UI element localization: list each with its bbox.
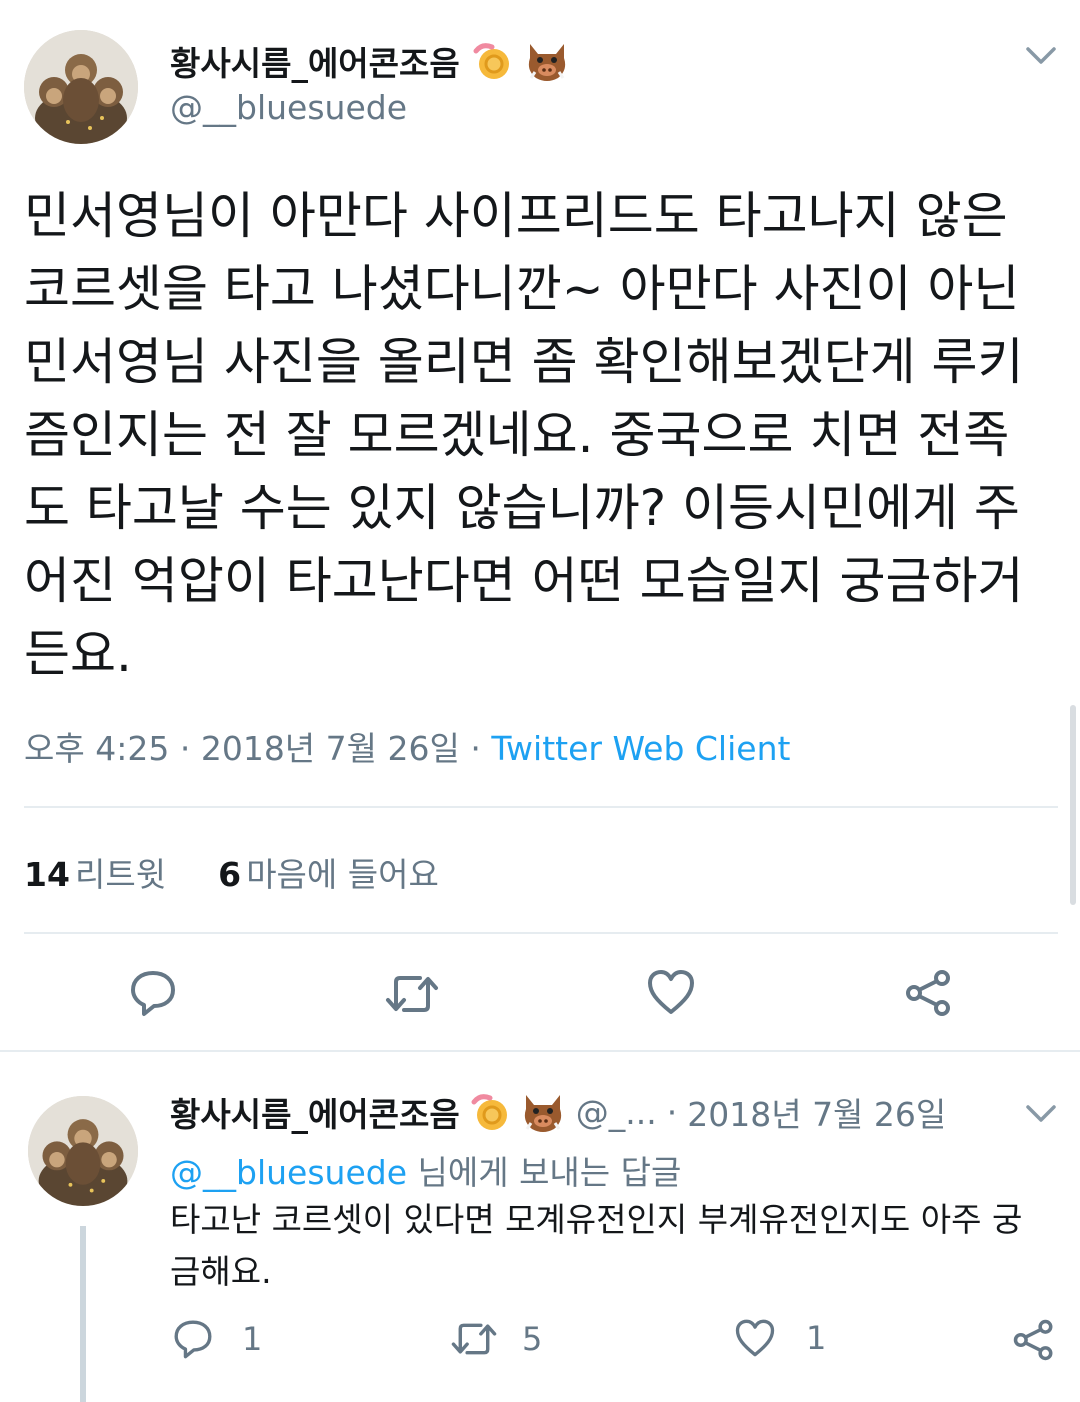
like-count: 1 bbox=[806, 1319, 827, 1357]
divider bbox=[24, 932, 1058, 934]
scrollbar[interactable] bbox=[1070, 705, 1076, 905]
handle[interactable]: @_... bbox=[576, 1093, 657, 1132]
divider bbox=[0, 1050, 1080, 1052]
reply-icon[interactable] bbox=[128, 968, 178, 1018]
tweet-date[interactable]: 2018년 7월 26일 bbox=[687, 1088, 946, 1136]
retweet-action[interactable]: 5 bbox=[450, 1320, 542, 1358]
reply-to-label: 님에게 보내는 답글 bbox=[417, 1153, 682, 1192]
replying-to: @__bluesuede 님에게 보내는 답글 bbox=[170, 1146, 681, 1194]
tweet-date: 2018년 7월 26일 bbox=[200, 729, 460, 768]
reply-text: 타고난 코르셋이 있다면 모계유전인지 부계유전인지도 아주 궁금해요. bbox=[170, 1200, 1023, 1291]
nautilus-emoji-icon bbox=[472, 41, 512, 81]
retweets-stat[interactable]: 14 리트윗 bbox=[24, 848, 166, 896]
tweet-stats: 14 리트윗 6 마음에 들어요 bbox=[24, 848, 439, 896]
meta-separator: · bbox=[179, 729, 191, 768]
tweet-meta: 오후 4:25 · 2018년 7월 26일 · Twitter Web Cli… bbox=[24, 722, 790, 770]
meta-separator: · bbox=[666, 1092, 678, 1132]
reply-count: 1 bbox=[242, 1320, 263, 1358]
like-action[interactable]: 1 bbox=[734, 1318, 826, 1358]
chevron-down-icon[interactable] bbox=[1024, 44, 1058, 68]
tweet-source-link[interactable]: Twitter Web Client bbox=[491, 729, 790, 768]
retweets-label: 리트윗 bbox=[75, 855, 167, 894]
reply-to-handle-link[interactable]: @__bluesuede bbox=[170, 1153, 407, 1192]
avatar[interactable] bbox=[24, 30, 138, 144]
nautilus-emoji-icon bbox=[470, 1092, 510, 1132]
meta-separator: · bbox=[470, 729, 481, 768]
avatar-monkeys-image bbox=[24, 30, 138, 144]
divider bbox=[24, 806, 1058, 808]
boar-emoji-icon bbox=[520, 1091, 566, 1133]
share-icon[interactable] bbox=[1012, 1318, 1056, 1362]
chevron-down-icon[interactable] bbox=[1024, 1102, 1058, 1126]
likes-label: 마음에 들어요 bbox=[246, 855, 439, 894]
tweet-time: 오후 4:25 bbox=[24, 729, 170, 768]
reply-icon[interactable] bbox=[172, 1318, 214, 1360]
retweet-icon[interactable] bbox=[450, 1320, 498, 1358]
avatar-monkeys-image bbox=[28, 1096, 138, 1206]
reply-author-line: 황사시름_에어콘조음 @_... · 2018년 7월 26일 bbox=[170, 1088, 946, 1136]
retweets-count: 14 bbox=[24, 855, 70, 894]
retweet-count: 5 bbox=[522, 1320, 543, 1358]
display-name[interactable]: 황사시름_에어콘조음 bbox=[170, 1088, 460, 1136]
display-name[interactable]: 황사시름_에어콘조음 bbox=[170, 37, 460, 85]
avatar[interactable] bbox=[28, 1096, 138, 1206]
author-line: 황사시름_에어콘조음 bbox=[170, 38, 570, 84]
tweet-text: 민서영님이 아만다 사이프리드도 타고나지 않은 코르셋을 타고 나셨다니깐~ … bbox=[24, 187, 1024, 683]
retweet-icon[interactable] bbox=[384, 972, 440, 1016]
reply-action[interactable]: 1 bbox=[172, 1318, 262, 1360]
heart-icon[interactable] bbox=[646, 968, 696, 1016]
handle[interactable]: @__bluesuede bbox=[170, 88, 407, 127]
share-icon[interactable] bbox=[904, 968, 954, 1018]
boar-emoji-icon bbox=[524, 40, 570, 82]
thread-line bbox=[80, 1226, 86, 1402]
heart-icon[interactable] bbox=[734, 1318, 776, 1358]
likes-count: 6 bbox=[218, 855, 242, 894]
likes-stat[interactable]: 6 마음에 들어요 bbox=[218, 848, 439, 896]
